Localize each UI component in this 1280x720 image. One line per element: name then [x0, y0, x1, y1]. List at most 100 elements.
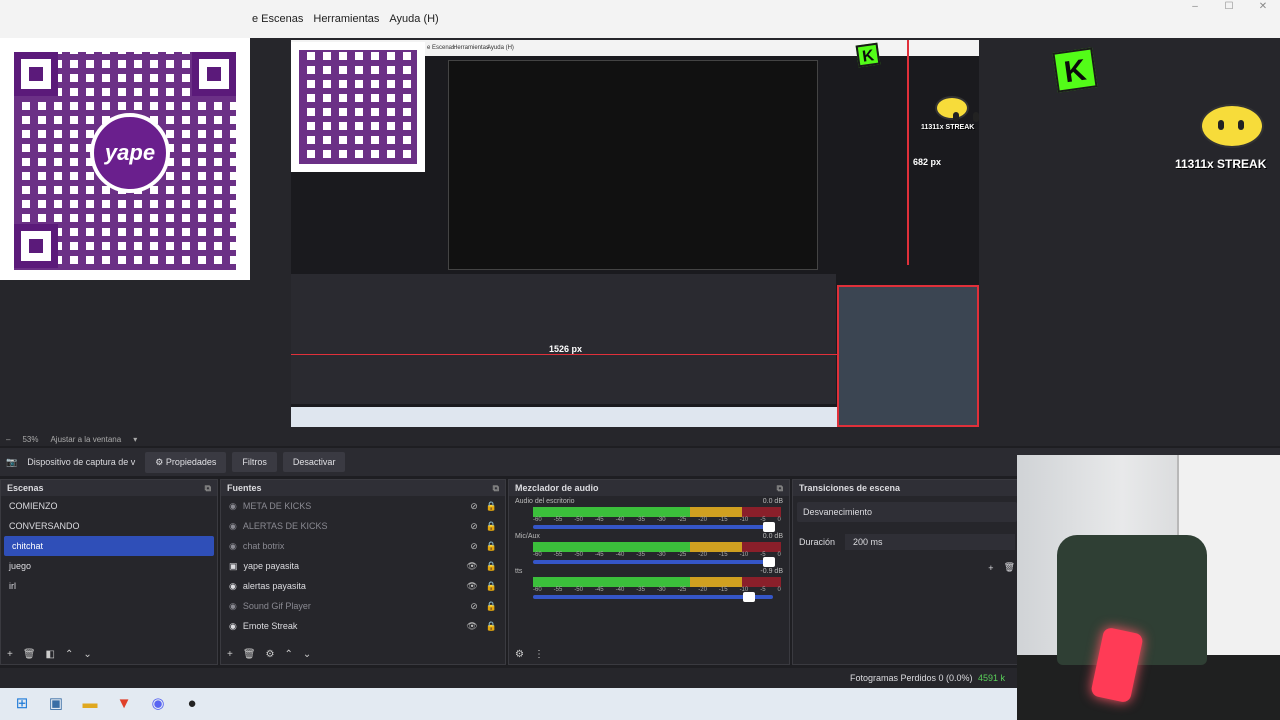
meter-scale: -60 -55 -50 -45 -40 -35 -30 -25 -20 -15 -10 -5 0: [533, 517, 781, 523]
remove-source-button[interactable]: 🗑: [243, 649, 256, 661]
volume-slider-handle[interactable]: [743, 592, 755, 602]
move-scene-up-button[interactable]: ⌃: [65, 649, 73, 661]
menu-escenas[interactable]: e Escenas: [252, 13, 303, 25]
nested-kick-logo: K: [855, 42, 881, 68]
channel-db: 0.0 dB: [762, 533, 783, 540]
lock-icon[interactable]: 🔒: [486, 561, 497, 572]
source-item[interactable]: ◉ Sound Gif Player ⊘ 🔒: [221, 596, 505, 616]
eye-hidden-icon[interactable]: ⊘: [470, 541, 478, 552]
source-item[interactable]: ◉ META DE KICKS ⊘ 🔒: [221, 496, 505, 516]
brave-browser-icon[interactable]: ▼: [114, 694, 134, 714]
transition-select[interactable]: Desvanecimiento: [797, 502, 1017, 522]
dock-popout-icon[interactable]: ⧉: [777, 483, 783, 493]
maximize-button[interactable]: ☐: [1212, 0, 1246, 14]
properties-label: Propiedades: [165, 456, 217, 467]
lock-icon[interactable]: 🔒: [486, 521, 497, 532]
source-name: Sound Gif Player: [242, 601, 311, 611]
eye-icon[interactable]: 👁: [466, 561, 477, 572]
add-source-button[interactable]: +: [227, 649, 233, 661]
preview-area[interactable]: e Escenas Herramientas Ayuda (H) 682 px …: [0, 38, 1280, 432]
source-name: yape payasita: [243, 561, 300, 571]
duration-input[interactable]: 200 ms: [845, 534, 1015, 550]
chevron-down-icon[interactable]: ▾: [133, 435, 137, 444]
dock-popout-icon[interactable]: ⧉: [493, 483, 499, 493]
source-item[interactable]: ◉ chat botrix ⊘ 🔒: [221, 536, 505, 556]
source-item[interactable]: ▣ yape payasita 👁 🔒: [221, 556, 505, 576]
lock-icon[interactable]: 🔒: [486, 581, 497, 592]
source-type-icon: ◉: [229, 500, 237, 511]
nested-webcam-source[interactable]: [837, 285, 979, 427]
filters-button[interactable]: Filtros: [232, 452, 277, 472]
scene-item-conversando[interactable]: CONVERSANDO: [1, 516, 217, 536]
source-name: Emote Streak: [242, 621, 298, 631]
source-type-icon: ◉: [229, 520, 237, 531]
task-view-icon[interactable]: ▣: [46, 694, 66, 714]
dropped-frames: Fotogramas Perdidos 0 (0.0%): [850, 673, 973, 683]
eye-icon[interactable]: 👁: [466, 581, 477, 592]
selected-source-name: Dispositivo de captura de v: [27, 457, 136, 467]
source-item[interactable]: ◉ Emote Streak 👁 🔒: [221, 616, 505, 636]
filters-label: Filtros: [242, 457, 267, 467]
scene-item-chitchat[interactable]: chitchat: [4, 536, 214, 556]
kick-logo: K: [1052, 47, 1098, 93]
audio-mixer-dock: Mezclador de audio ⧉ Audio del escritori…: [508, 479, 790, 665]
lock-icon[interactable]: 🔒: [486, 621, 497, 632]
dock-popout-icon[interactable]: ⧉: [205, 483, 211, 493]
menu-ayuda[interactable]: Ayuda (H): [389, 13, 438, 25]
mixer-title: Mezclador de audio: [515, 483, 599, 493]
windows-start-icon[interactable]: ⊞: [12, 694, 32, 714]
eye-hidden-icon[interactable]: ⊘: [470, 601, 478, 612]
source-item[interactable]: ◉ ALERTAS DE KICKS ⊘ 🔒: [221, 516, 505, 536]
lock-icon[interactable]: 🔒: [486, 501, 497, 512]
minimize-button[interactable]: –: [1178, 0, 1212, 14]
remove-transition-button[interactable]: 🗑: [1004, 562, 1015, 573]
nested-menu-ayuda: Ayuda (H): [487, 45, 514, 51]
disable-button[interactable]: Desactivar: [282, 452, 346, 472]
lock-icon[interactable]: 🔒: [486, 601, 497, 612]
close-button[interactable]: ✕: [1246, 0, 1280, 14]
source-type-icon: ◉: [229, 600, 237, 611]
scene-item-irl[interactable]: irl: [1, 576, 217, 596]
volume-slider[interactable]: [533, 557, 775, 567]
mixer-settings-icon[interactable]: ⚙: [515, 649, 524, 661]
source-item[interactable]: ◉ alertas payasita 👁 🔒: [221, 576, 505, 596]
volume-slider-handle[interactable]: [763, 522, 775, 532]
nested-taskbar: [291, 407, 837, 427]
eye-icon[interactable]: 👁: [466, 621, 477, 632]
move-source-down-button[interactable]: ⌄: [303, 649, 311, 661]
volume-slider[interactable]: [533, 592, 773, 602]
eye-hidden-icon[interactable]: ⊘: [470, 521, 478, 532]
remove-scene-button[interactable]: 🗑: [23, 649, 36, 661]
add-transition-button[interactable]: +: [988, 563, 993, 573]
scene-filters-button[interactable]: ◧: [46, 649, 55, 661]
zoom-fit-dropdown[interactable]: Ajustar a la ventana: [50, 435, 121, 444]
sources-title: Fuentes: [227, 483, 262, 493]
zoom-minus[interactable]: –: [6, 435, 10, 444]
obs-icon[interactable]: ●: [182, 694, 202, 714]
discord-icon[interactable]: ◉: [148, 694, 168, 714]
add-scene-button[interactable]: +: [7, 649, 13, 661]
mixer-header: Mezclador de audio ⧉: [509, 480, 789, 496]
scene-item-comienzo[interactable]: COMIENZO: [1, 496, 217, 516]
scene-item-juego[interactable]: juego: [1, 556, 217, 576]
webcam-overlay: [1017, 455, 1280, 720]
volume-slider-handle[interactable]: [763, 557, 775, 567]
yape-qr-overlay[interactable]: yape: [0, 38, 250, 280]
yape-logo-text: yape: [104, 140, 156, 165]
source-properties-button[interactable]: ⚙: [266, 649, 275, 661]
file-explorer-icon[interactable]: ▬: [80, 694, 100, 714]
mixer-menu-icon[interactable]: ⋮: [534, 649, 544, 661]
nested-streak-label: 11311x STREAK: [921, 124, 975, 131]
menu-herramientas[interactable]: Herramientas: [313, 13, 379, 25]
move-source-up-button[interactable]: ⌃: [285, 649, 293, 661]
move-scene-down-button[interactable]: ⌄: [83, 649, 91, 661]
preview-canvas[interactable]: e Escenas Herramientas Ayuda (H) 682 px …: [291, 40, 979, 427]
lock-icon[interactable]: 🔒: [486, 541, 497, 552]
volume-slider[interactable]: [533, 522, 775, 532]
scenes-footer: + 🗑 ◧ ⌃ ⌄: [1, 646, 217, 664]
eye-hidden-icon[interactable]: ⊘: [470, 501, 478, 512]
zoom-level: 53%: [22, 434, 39, 444]
nested-menu-herramientas: Herramientas: [453, 45, 490, 51]
qr-finder-top-left: [14, 52, 58, 96]
properties-button[interactable]: ⚙ Propiedades: [145, 451, 227, 473]
